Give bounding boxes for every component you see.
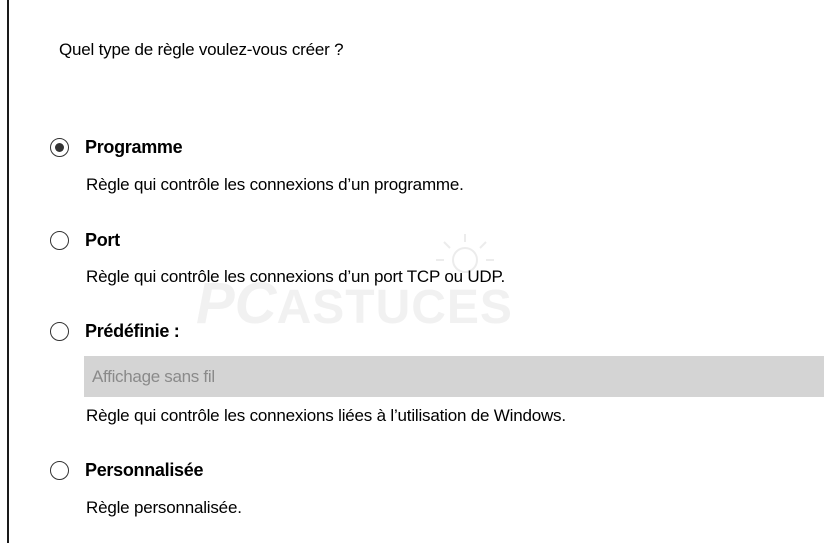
predefined-rule-select-value: Affichage sans fil (92, 366, 215, 386)
option-description-programme: Règle qui contrôle les connexions d’un p… (86, 175, 464, 194)
predefined-rule-select[interactable]: Affichage sans fil (84, 356, 824, 397)
radio-option-port[interactable]: Port (50, 230, 120, 251)
option-description-predefinie: Règle qui contrôle les connexions liées … (86, 406, 566, 425)
panel-left-border (7, 0, 9, 543)
radio-option-predefinie[interactable]: Prédéfinie : (50, 321, 180, 342)
option-label-personnalisee: Personnalisée (85, 460, 204, 480)
option-label-port: Port (85, 230, 120, 250)
rule-type-question: Quel type de règle voulez-vous créer ? (59, 40, 344, 59)
option-description-personnalisee: Règle personnalisée. (86, 498, 242, 517)
radio-button-icon[interactable] (50, 461, 69, 480)
option-label-programme: Programme (85, 137, 183, 157)
watermark-astuces: ASTUCES (276, 281, 513, 334)
radio-button-icon[interactable] (50, 322, 69, 341)
radio-button-icon[interactable] (50, 231, 69, 250)
radio-option-personnalisee[interactable]: Personnalisée (50, 460, 203, 481)
option-label-predefinie: Prédéfinie : (85, 321, 180, 341)
option-description-port: Règle qui contrôle les connexions d’un p… (86, 267, 505, 286)
radio-button-checked-icon[interactable] (50, 138, 69, 157)
radio-option-programme[interactable]: Programme (50, 137, 183, 158)
